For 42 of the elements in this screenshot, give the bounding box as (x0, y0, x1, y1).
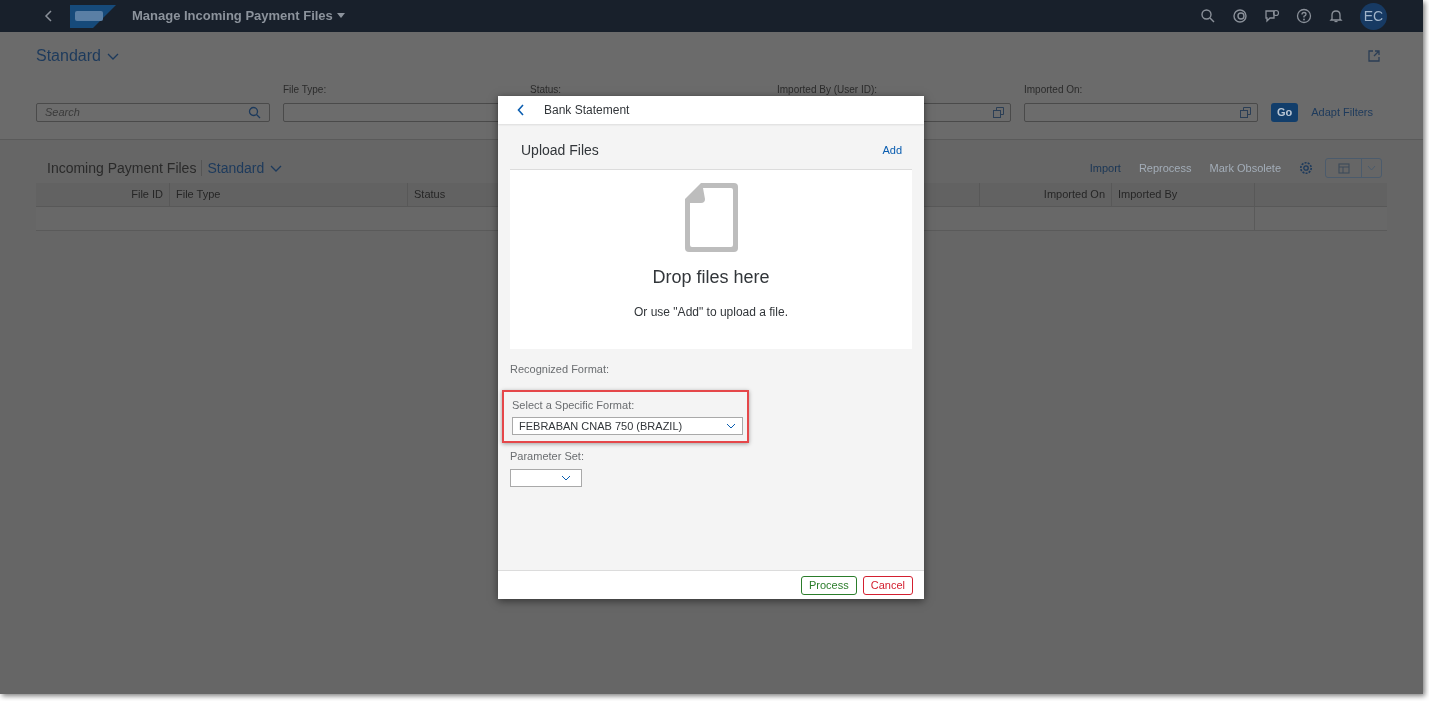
dialog-button[interactable]: Process (801, 575, 857, 595)
add-link[interactable]: Add (882, 142, 902, 159)
chat-icon[interactable] (1264, 8, 1280, 24)
filter-field[interactable] (1024, 103, 1258, 122)
chevron-down-icon (726, 423, 736, 429)
bell-icon[interactable] (1328, 8, 1344, 24)
drop-title: Drop files here (652, 266, 770, 289)
drop-zone[interactable]: Drop files here Or use "Add" to upload a file. (510, 170, 912, 349)
user-avatar[interactable]: EC (1360, 2, 1387, 30)
field-label: Parameter Set: (510, 449, 585, 464)
document-icon (683, 182, 739, 253)
drop-hint: Or use "Add" to upload a file. (634, 304, 788, 321)
logo-icon[interactable] (70, 4, 116, 28)
filter-label: Status: (530, 83, 563, 97)
format-dropdown[interactable]: FEBRABAN CNAB 750 (BRAZIL) (512, 417, 743, 435)
ring-icon[interactable] (1232, 8, 1248, 24)
table-title: Incoming Payment Files (47, 158, 197, 178)
field-label: Select a Specific Format: (512, 397, 636, 413)
go-button[interactable]: Go (1271, 103, 1299, 122)
search-icon[interactable] (1200, 8, 1216, 24)
chevron-down-icon (270, 164, 283, 172)
dialog-title: Bank Statement (544, 102, 630, 119)
field-label: Recognized Format: (510, 362, 611, 377)
column-header: File ID (131, 187, 163, 203)
section-title: Upload Files (521, 141, 599, 160)
column-header: Imported On (1043, 187, 1105, 203)
filter-label: Imported On: (1024, 83, 1084, 97)
back-icon[interactable] (44, 10, 54, 22)
chevron-down-icon (106, 52, 119, 60)
app-title[interactable]: Manage Incoming Payment Files (132, 6, 333, 26)
column-header: Status (414, 187, 446, 203)
dialog-button[interactable]: Cancel (862, 575, 913, 595)
filter-label: Imported By (User ID): (777, 83, 879, 97)
back-icon[interactable] (517, 104, 525, 116)
column-header: Imported By (1118, 187, 1178, 203)
chevron-down-icon (561, 474, 571, 481)
help-icon[interactable] (1296, 8, 1312, 24)
caret-icon[interactable] (336, 13, 345, 19)
spreadsheet-icon (1337, 162, 1350, 174)
filter-label: File Type: (283, 83, 328, 97)
chevron-down-icon (1367, 165, 1376, 171)
column-header: File Type (176, 187, 221, 203)
